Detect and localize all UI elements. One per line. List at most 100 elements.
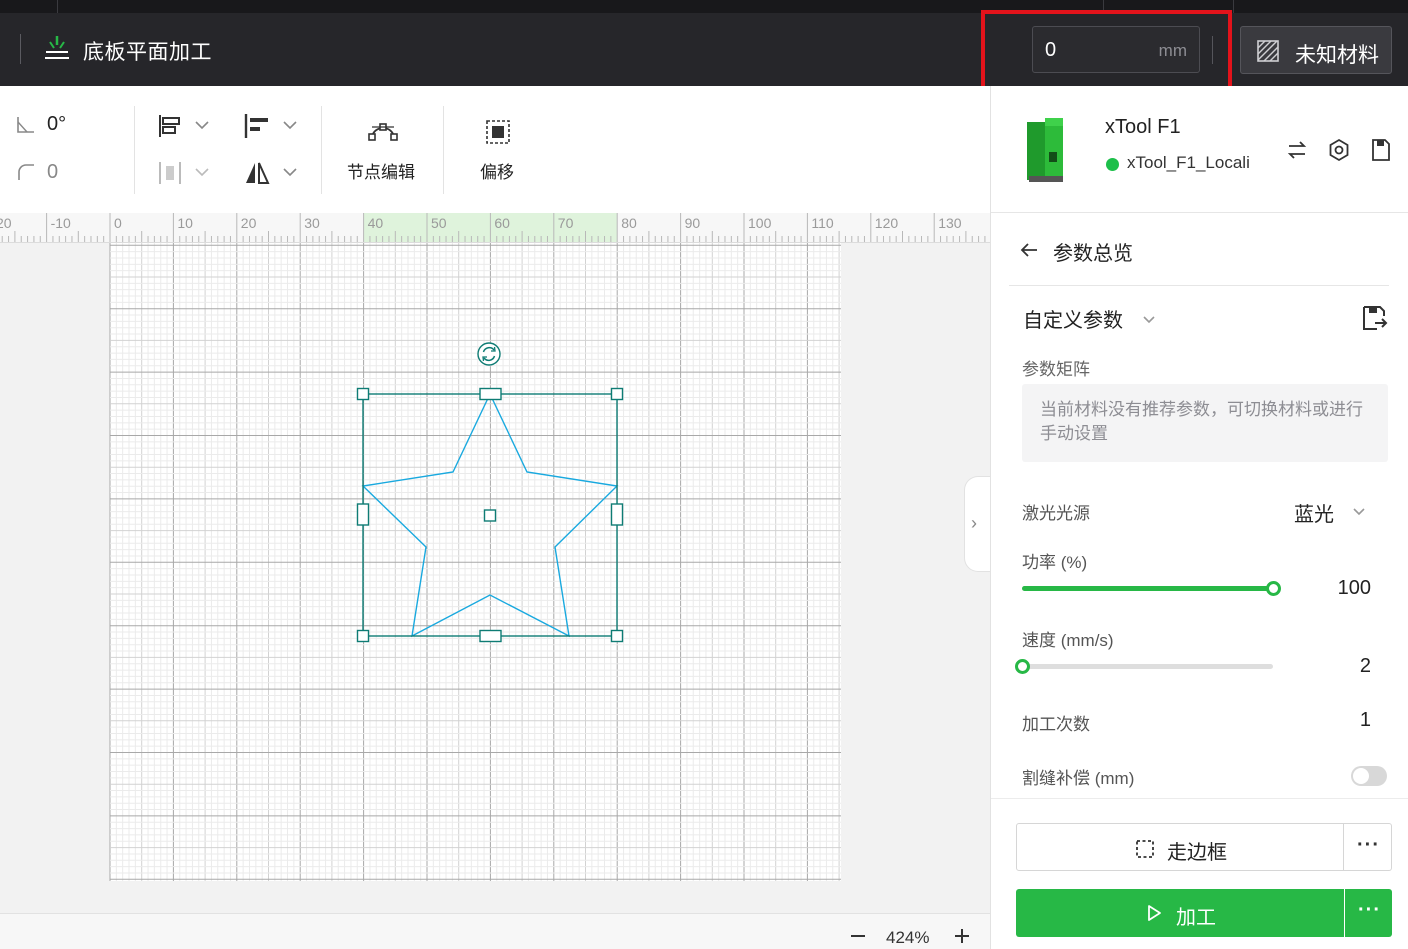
design-canvas[interactable] (0, 243, 990, 913)
device-image (1027, 118, 1063, 182)
action-footer: 走边框 ··· 加工 ··· (991, 798, 1408, 949)
chevron-down-icon[interactable] (282, 166, 298, 178)
chevron-down-icon[interactable] (194, 119, 210, 131)
speed-slider[interactable] (1015, 659, 1273, 674)
ruler-label: 60 (494, 215, 510, 231)
material-label: 未知材料 (1295, 44, 1379, 67)
rotate-handle-icon[interactable] (477, 342, 501, 366)
power-slider-fill (1022, 586, 1273, 591)
play-icon (1148, 905, 1161, 921)
kerf-toggle[interactable] (1351, 766, 1387, 786)
panel-title: 参数总览 (1053, 243, 1133, 265)
speed-slider-thumb[interactable] (1015, 659, 1030, 674)
resize-handle-ne[interactable] (610, 387, 624, 401)
ruler-label: 110 (811, 215, 834, 231)
ruler-label: 80 (621, 215, 637, 231)
frame-label: 走边框 (1167, 842, 1227, 864)
matrix-message-box: 当前材料没有推荐参数，可切换材料或进行手动设置 (1022, 384, 1388, 462)
distribute-icon[interactable] (158, 160, 182, 186)
mode-title[interactable]: 底板平面加工 (83, 36, 212, 66)
ruler-label: 20 (0, 215, 12, 231)
angle-icon (17, 117, 34, 133)
ruler-label: 120 (875, 215, 899, 231)
top-bar: 底板平面加工 0 mm 未知材料 (0, 0, 1408, 92)
laser-plane-icon (45, 36, 69, 59)
power-value[interactable]: 100 (1291, 577, 1371, 600)
align-left-icon[interactable] (244, 113, 270, 139)
panel-collapse-handle[interactable]: › (964, 476, 992, 572)
strip-divider (57, 0, 58, 13)
offset-button[interactable]: 偏移 (462, 108, 534, 188)
corner-radius-icon (18, 164, 34, 180)
preset-select[interactable]: 自定义参数 (1023, 304, 1123, 333)
resize-handle-se[interactable] (610, 629, 624, 643)
divider (991, 212, 1408, 213)
zoom-level[interactable]: 424% (886, 928, 929, 948)
speed-value[interactable]: 2 (1291, 655, 1371, 678)
switch-device-icon[interactable] (1285, 138, 1309, 162)
center-handle[interactable] (483, 509, 497, 522)
ruler-label: 10 (177, 215, 193, 231)
ruler-label: 70 (558, 215, 574, 231)
resize-handle-n[interactable] (479, 387, 502, 401)
resize-handle-nw[interactable] (356, 387, 370, 401)
resize-handle-sw[interactable] (356, 629, 370, 643)
resize-handle-e[interactable] (610, 503, 624, 526)
power-slider-thumb[interactable] (1266, 581, 1281, 596)
ruler-label: -10 (51, 215, 71, 231)
resize-handle-s[interactable] (479, 629, 502, 643)
back-arrow-icon[interactable] (1019, 240, 1039, 260)
chevron-down-icon[interactable] (1351, 504, 1367, 520)
device-connection[interactable]: xTool_F1_Locali (1127, 153, 1250, 173)
frame-icon (1136, 840, 1154, 858)
file-icon[interactable] (1369, 138, 1393, 162)
node-edit-icon (368, 123, 398, 141)
device-name: xTool F1 (1105, 116, 1181, 138)
chevron-right-icon: › (971, 513, 977, 533)
ruler-label: 90 (685, 215, 701, 231)
process-button[interactable]: 加工 (1016, 889, 1344, 937)
save-preset-icon[interactable] (1361, 304, 1389, 332)
matrix-message: 当前材料没有推荐参数，可切换材料或进行手动设置 (1040, 400, 1363, 443)
more-icon: ··· (1357, 834, 1380, 856)
chevron-down-icon[interactable] (194, 166, 210, 178)
laser-source-select[interactable]: 蓝光 (1294, 498, 1334, 527)
ruler-label: 100 (748, 215, 772, 231)
ruler-label: 20 (241, 215, 257, 231)
power-label: 功率 (%) (1022, 553, 1088, 572)
divider (20, 34, 21, 64)
highlight-annotation (981, 10, 1232, 92)
toolbar-divider (443, 106, 444, 194)
matrix-label: 参数矩阵 (1022, 360, 1090, 379)
canvas-svg[interactable] (0, 243, 990, 913)
rotation-value[interactable]: 0° (47, 113, 66, 136)
material-button[interactable]: 未知材料 (1240, 26, 1392, 74)
node-edit-label: 节点编辑 (347, 163, 415, 182)
zoom-in-button[interactable] (952, 924, 972, 944)
arrange-icon[interactable] (158, 113, 182, 139)
chevron-down-icon[interactable] (1141, 312, 1157, 328)
laser-source-label: 激光光源 (1022, 504, 1090, 523)
process-more-button[interactable]: ··· (1345, 889, 1392, 937)
passes-value[interactable]: 1 (1291, 709, 1371, 732)
passes-label: 加工次数 (1022, 715, 1090, 734)
node-edit-button[interactable]: 节点编辑 (338, 108, 428, 188)
frame-more-button[interactable]: ··· (1344, 823, 1392, 871)
chevron-down-icon[interactable] (282, 119, 298, 131)
corner-radius-value[interactable]: 0 (47, 161, 58, 184)
divider (1212, 36, 1213, 64)
power-slider[interactable] (1022, 581, 1281, 596)
ruler-label: 30 (304, 215, 320, 231)
toolbar-divider (321, 106, 322, 194)
divider (1009, 285, 1389, 286)
hatched-material-icon (1257, 40, 1279, 62)
zoom-out-button[interactable] (848, 924, 868, 944)
flip-icon[interactable] (244, 160, 270, 186)
frame-button[interactable]: 走边框 (1016, 823, 1344, 871)
resize-handle-w[interactable] (356, 503, 370, 526)
settings-icon[interactable] (1327, 138, 1351, 162)
ruler-label: 130 (938, 215, 962, 231)
kerf-label: 割缝补偿 (mm) (1022, 769, 1135, 788)
zoom-bar: 424% (0, 913, 990, 949)
connection-status-dot (1106, 158, 1119, 171)
